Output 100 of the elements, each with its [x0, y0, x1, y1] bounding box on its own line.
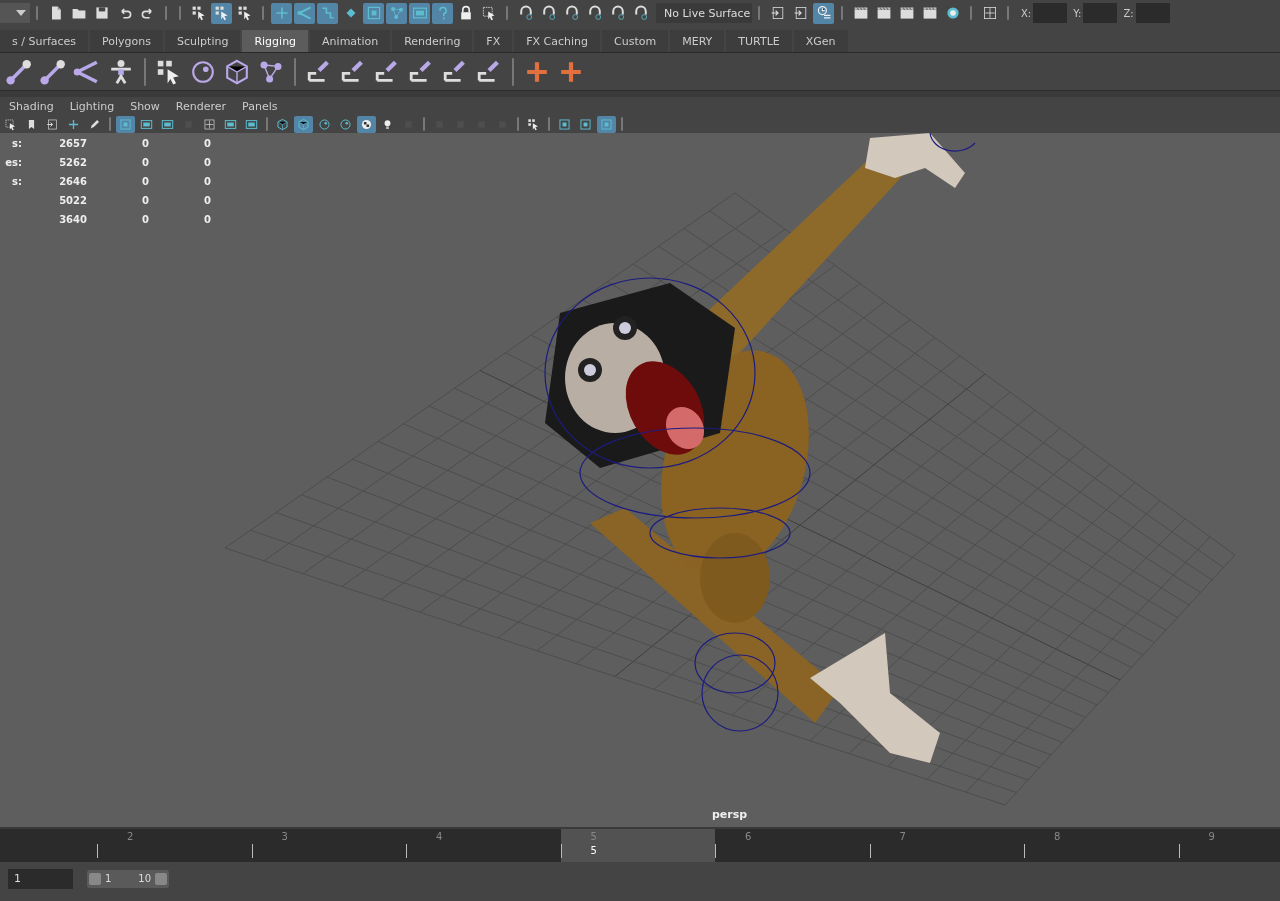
- hud-value: 2657: [58, 137, 87, 151]
- panel-menu-item[interactable]: Shading: [1, 99, 62, 113]
- coordinate-field[interactable]: [1083, 3, 1118, 23]
- menu-set-dropdown[interactable]: [0, 3, 30, 23]
- shelf-tab[interactable]: FX Caching: [514, 30, 601, 52]
- shelf-tab[interactable]: Sculpting: [165, 30, 241, 52]
- caret-icon: [16, 10, 26, 16]
- coordinate-field[interactable]: [1135, 3, 1170, 23]
- shelf-tab[interactable]: FX: [474, 30, 513, 52]
- joint-icon: [5, 57, 33, 86]
- help-button[interactable]: [432, 2, 453, 24]
- magnet-icon: [540, 5, 557, 21]
- box-cursor-icon: [480, 5, 497, 21]
- coordinate-label: X:: [1021, 7, 1032, 19]
- textured-button[interactable]: [357, 115, 376, 133]
- frame-icon: [224, 117, 237, 131]
- live-surface-field[interactable]: No Live Surface: [656, 3, 752, 23]
- box-cursor-icon: [4, 117, 17, 131]
- nodes-button[interactable]: [386, 2, 407, 24]
- clapperboard-icon: [921, 5, 938, 21]
- frame-icon: [245, 117, 258, 131]
- frame-number: 7: [899, 831, 906, 842]
- snap-point-button[interactable]: [317, 2, 338, 24]
- snap-curve-button[interactable]: [294, 2, 315, 24]
- range-handle[interactable]: [155, 872, 167, 885]
- joint-icon: [39, 57, 67, 86]
- panel-menu-item[interactable]: Renderer: [167, 99, 235, 113]
- magnet-icon: [586, 5, 603, 21]
- shelf-tab[interactable]: Custom: [602, 30, 669, 52]
- hud-value: 0: [203, 194, 211, 208]
- hud-value: 5262: [58, 156, 87, 170]
- shelf-tab[interactable]: Rigging: [242, 30, 309, 52]
- panel-menu-item[interactable]: Panels: [234, 99, 286, 113]
- hud-value: 0: [141, 175, 149, 189]
- hud-value: 0: [141, 156, 149, 170]
- hud-value: 2646: [58, 175, 87, 189]
- frame-number: 6: [745, 831, 752, 842]
- start-time-field[interactable]: 1: [8, 868, 73, 889]
- frame-icon: [140, 117, 153, 131]
- frame-number: 4: [436, 831, 443, 842]
- frame-number: 3: [281, 831, 288, 842]
- shelf-tab[interactable]: MERY: [670, 30, 725, 52]
- grid-button[interactable]: [116, 115, 135, 133]
- xray-components-button[interactable]: [597, 115, 616, 133]
- clapperboard-icon: [898, 5, 915, 21]
- square-icon: [119, 117, 132, 131]
- coordinate-label: Y:: [1073, 7, 1082, 19]
- square-icon: [365, 5, 382, 21]
- current-frame-number: 5: [590, 845, 597, 856]
- history-button[interactable]: [813, 2, 834, 24]
- hud-value: 5022: [58, 194, 87, 208]
- sphere-icon: [318, 117, 331, 131]
- panel-menu-item[interactable]: Lighting: [61, 99, 123, 113]
- smooth-shade-button[interactable]: [294, 115, 313, 133]
- character-model-drawing[interactable]: [544, 133, 976, 763]
- hud-value: 0: [203, 213, 211, 227]
- frame-number: 2: [127, 831, 134, 842]
- square-icon: [579, 117, 592, 131]
- cube-icon: [276, 117, 289, 131]
- checker-ball-icon: [360, 117, 373, 131]
- shelf-tab[interactable]: Polygons: [90, 30, 164, 52]
- angle-icon: [296, 5, 313, 21]
- squares-cursor-icon: [213, 5, 230, 21]
- step-line-icon: [319, 5, 336, 21]
- viewport[interactable]: s: 2657 0 0 es: 5262 0 0 s: 2646 0 0 5022 0 0 3640 0 0 persp: [0, 133, 1280, 827]
- select-object-button[interactable]: [211, 2, 232, 24]
- hud-value: 0: [203, 137, 211, 151]
- snap-grid-button[interactable]: [271, 2, 292, 24]
- shelf-tab[interactable]: Animation: [310, 30, 391, 52]
- crosshair-icon: [203, 117, 216, 131]
- frame-number: 9: [1208, 831, 1215, 842]
- range-handle[interactable]: [89, 872, 101, 885]
- squares-cursor-icon: [527, 117, 540, 131]
- square-icon: [600, 117, 613, 131]
- clock-list-icon: [815, 5, 832, 21]
- shelf-tab[interactable]: Rendering: [392, 30, 473, 52]
- magnet-icon: [609, 5, 626, 21]
- ring-icon: [944, 5, 961, 21]
- clapperboard-icon: [852, 5, 869, 21]
- range-bar[interactable]: 1 10: [87, 869, 169, 888]
- squares-cursor-icon: [190, 5, 207, 21]
- range-end-label: 10: [138, 873, 151, 884]
- square-icon: [558, 117, 571, 131]
- shelf-tab[interactable]: TURTLE: [726, 30, 792, 52]
- plus-icon: [273, 5, 290, 21]
- hud-value: 0: [141, 194, 149, 208]
- crosshair-icon: [981, 5, 998, 21]
- magnet-icon: [517, 5, 534, 21]
- range-start-label: 1: [105, 873, 112, 884]
- node-graph-icon: [388, 5, 405, 21]
- magnet-icon: [563, 5, 580, 21]
- hud-value: 0: [141, 137, 149, 151]
- pencil-icon: [88, 117, 101, 131]
- coordinate-field[interactable]: [1033, 3, 1068, 23]
- hud-label: s:: [11, 137, 22, 151]
- hud-value: 0: [203, 156, 211, 170]
- panel-menu-item[interactable]: Show: [122, 99, 168, 113]
- frame-icon: [411, 5, 428, 21]
- shelf-tab[interactable]: XGen: [793, 30, 848, 52]
- shelf-tab[interactable]: s / Surfaces: [0, 30, 89, 52]
